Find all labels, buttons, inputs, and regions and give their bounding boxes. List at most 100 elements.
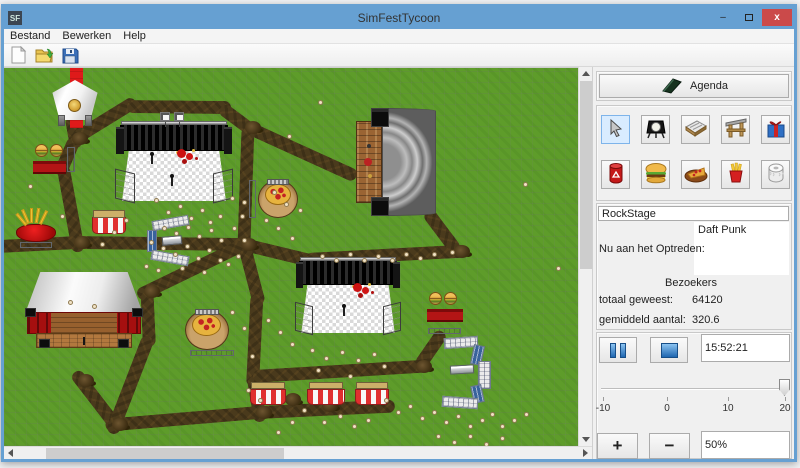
bench[interactable] — [428, 328, 461, 334]
total-visitors-value: 64120 — [692, 294, 723, 306]
save-file-button[interactable] — [59, 45, 81, 65]
striped-stand-3[interactable] — [307, 382, 345, 405]
visitor-dot — [266, 318, 271, 323]
title-bar[interactable]: SF SimFestTycoon – x — [4, 7, 794, 29]
visitor-dot — [310, 348, 315, 353]
visitor-dot — [408, 404, 413, 409]
tool-gift-button[interactable] — [761, 115, 790, 144]
barrier-piece[interactable] — [150, 250, 189, 266]
dome-stage[interactable] — [356, 108, 436, 216]
map-vertical-scrollbar[interactable] — [578, 67, 592, 446]
rail[interactable] — [450, 364, 474, 374]
fries-stand[interactable] — [16, 208, 56, 242]
tool-fries-button[interactable] — [721, 160, 750, 189]
vertical-scroll-thumb[interactable] — [580, 81, 592, 269]
dirt-path[interactable] — [253, 359, 430, 383]
burger-stand-2[interactable] — [427, 292, 463, 322]
visitor-dot — [68, 300, 73, 305]
tool-cursor-button[interactable] — [601, 115, 630, 144]
speed-slider-track[interactable] — [601, 388, 787, 390]
festival-map[interactable] — [4, 67, 578, 446]
bush[interactable] — [416, 360, 432, 373]
striped-stand-2[interactable] — [250, 382, 286, 405]
maximize-button[interactable] — [736, 9, 762, 26]
tool-stage-frame-button[interactable] — [721, 115, 750, 144]
visitor-dot — [166, 210, 171, 215]
minimize-button[interactable]: – — [710, 9, 736, 26]
tool-spotlight-button[interactable] — [641, 115, 670, 144]
slider-tick — [785, 397, 786, 401]
close-button[interactable]: x — [762, 9, 792, 26]
trash-can-icon — [606, 162, 626, 187]
pizza-stand-1[interactable] — [258, 180, 298, 218]
visitor-dot — [209, 228, 214, 233]
burger-stand-1[interactable] — [33, 144, 66, 174]
menu-item-bewerken[interactable]: Bewerken — [56, 30, 117, 42]
striped-stand-1[interactable] — [92, 210, 126, 234]
visitor-dot — [290, 236, 295, 241]
rail[interactable] — [162, 235, 183, 246]
visitor-dot — [154, 198, 159, 203]
scroll-right-arrow[interactable] — [579, 447, 592, 459]
entrance-tent[interactable] — [51, 80, 99, 126]
visitor-dot — [189, 216, 194, 221]
visitor-dot — [92, 304, 97, 309]
barrier-piece[interactable] — [151, 215, 189, 231]
agenda-button[interactable]: Agenda — [599, 74, 789, 98]
visitor-dot — [156, 268, 161, 273]
visitor-dot — [468, 424, 473, 429]
slider-tick — [603, 397, 604, 401]
slider-tick-label: -10 — [596, 403, 610, 414]
visitor-dot — [162, 226, 167, 231]
visitor-dot — [480, 418, 485, 423]
tool-pizza-button[interactable] — [681, 160, 710, 189]
dirt-path[interactable] — [245, 121, 358, 182]
bush[interactable] — [74, 236, 90, 249]
pizza-stand-2[interactable] — [185, 310, 229, 350]
map-horizontal-scrollbar[interactable] — [4, 446, 592, 459]
slider-tick-label: 0 — [664, 403, 670, 414]
open-file-button[interactable] — [33, 45, 55, 65]
bush[interactable] — [72, 132, 88, 145]
second-stage[interactable] — [295, 257, 401, 333]
bush[interactable] — [245, 121, 261, 134]
tool-trash-can-button[interactable] — [601, 160, 630, 189]
agenda-book-icon — [660, 78, 682, 94]
stop-icon — [661, 343, 678, 358]
visitor-dot — [242, 238, 247, 243]
bush[interactable] — [78, 374, 94, 387]
visitor-dot — [500, 436, 505, 441]
rock-stage[interactable] — [115, 121, 233, 201]
horizontal-scroll-thumb[interactable] — [46, 448, 284, 459]
map-column — [4, 67, 592, 459]
tool-burger-button[interactable] — [641, 160, 670, 189]
toilet-block[interactable] — [442, 396, 479, 409]
bench[interactable] — [190, 350, 234, 356]
zoom-out-button[interactable]: − — [649, 433, 690, 459]
tool-path-tile-button[interactable] — [681, 115, 710, 144]
visitor-dot — [232, 226, 237, 231]
bench[interactable] — [249, 180, 256, 218]
bench[interactable] — [67, 147, 75, 172]
bench[interactable] — [20, 242, 52, 248]
tool-toilet-paper-button[interactable] — [761, 160, 790, 189]
bush[interactable] — [285, 393, 301, 406]
bush[interactable] — [144, 285, 160, 298]
pause-button[interactable] — [599, 337, 637, 363]
visitor-dot — [420, 416, 425, 421]
stage-name-input[interactable] — [598, 206, 789, 221]
bush[interactable] — [256, 406, 272, 419]
visitor-dot — [432, 410, 437, 415]
bush[interactable] — [112, 418, 128, 431]
scroll-up-arrow[interactable] — [579, 67, 593, 80]
stop-button[interactable] — [650, 337, 688, 363]
menu-item-help[interactable]: Help — [117, 30, 152, 42]
menu-item-bestand[interactable]: Bestand — [4, 30, 56, 42]
new-file-button[interactable] — [7, 45, 29, 65]
zoom-in-button[interactable]: + — [597, 433, 638, 459]
big-stage[interactable] — [25, 272, 143, 348]
scroll-down-arrow[interactable] — [579, 433, 593, 446]
zoom-level-field[interactable] — [701, 431, 790, 459]
scroll-left-arrow[interactable] — [4, 447, 17, 459]
bush[interactable] — [454, 245, 470, 258]
